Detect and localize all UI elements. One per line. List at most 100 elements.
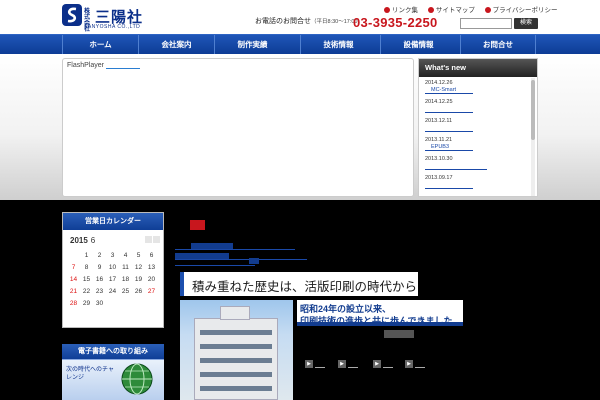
news-date: 2013.12.11 — [425, 118, 453, 124]
whats-new-title: What's new — [419, 59, 537, 77]
building-window-row — [200, 330, 272, 335]
news-link[interactable] — [425, 106, 473, 113]
calendar-day — [119, 298, 132, 310]
calendar-day: 1 — [84, 252, 89, 259]
arrow-right-icon: ▶ — [405, 360, 413, 368]
link-highlight — [191, 243, 233, 249]
bullet-icon — [384, 7, 390, 14]
header: 株式会社 三陽社 SANYOSHA CO.,LTD リンク集 サイトマップ プラ… — [0, 0, 600, 33]
link-label: リンク集 — [392, 7, 418, 14]
calendar-day: 12 — [134, 264, 143, 271]
signature-mark — [384, 330, 414, 338]
nav-item-contact[interactable]: お問合せ — [460, 35, 536, 55]
news-link[interactable]: EPUB3 — [425, 144, 473, 151]
news-link[interactable] — [425, 125, 473, 132]
link-highlight — [249, 258, 259, 264]
calendar-day: 4 — [123, 252, 128, 259]
link-sitemap[interactable]: サイトマップ — [427, 7, 475, 14]
calendar-week: 14 15 16 17 18 19 20 — [67, 274, 159, 286]
link-underline — [415, 367, 425, 368]
flash-area[interactable]: FlashPlayer — [62, 58, 414, 197]
calendar-day: 28 — [69, 300, 78, 307]
calendar-day: 19 — [134, 276, 143, 283]
main-link[interactable] — [175, 242, 295, 250]
flash-label[interactable]: FlashPlayer — [67, 62, 140, 69]
calendar-month-num: 6 — [90, 236, 96, 245]
ebook-banner[interactable]: 電子書籍への取り組み 次の時代へのチャレンジ — [62, 344, 164, 400]
news-date: 2014.12.26 — [425, 80, 453, 86]
bullet-icon — [427, 7, 434, 14]
building-window-row — [200, 344, 272, 349]
calendar-prev-button[interactable] — [145, 236, 152, 243]
calendar-day: 20 — [147, 276, 156, 283]
calendar-day — [67, 250, 80, 262]
company-logo[interactable]: 株式会社 三陽社 SANYOSHA CO.,LTD — [62, 4, 150, 33]
company-romaji: SANYOSHA CO.,LTD — [84, 24, 141, 30]
flash-link-underline — [105, 68, 140, 69]
nav-item-home[interactable]: ホーム — [62, 35, 138, 55]
calendar-day: 3 — [110, 252, 115, 259]
calendar-week: 21 22 23 24 25 26 27 — [67, 286, 159, 298]
calendar-day: 8 — [84, 264, 89, 271]
calendar-day: 5 — [136, 252, 141, 259]
arrow-link[interactable]: ▶ — [338, 360, 360, 368]
calendar-day: 30 — [95, 300, 104, 307]
link-underline — [315, 367, 325, 368]
business-calendar: 営業日カレンダー 2015 6 1 2 3 4 5 6 7 8 9 10 11 1… — [62, 212, 164, 328]
news-date: 2013.11.21 — [425, 137, 453, 143]
nav-item-tech[interactable]: 技術情報 — [300, 35, 376, 55]
news-item[interactable]: 2013.12.11 — [425, 117, 529, 136]
news-link[interactable] — [425, 163, 487, 170]
building-top — [220, 306, 250, 320]
ebook-title: 電子書籍への取り組み — [62, 344, 164, 360]
link-privacy[interactable]: プライバシーポリシー — [484, 7, 558, 14]
news-badge — [190, 220, 205, 230]
ebook-body: 次の時代へのチャレンジ — [62, 360, 164, 400]
news-date: 2013.09.17 — [425, 175, 453, 181]
tagline-underline — [297, 322, 463, 326]
whats-new-scrollbar[interactable] — [531, 78, 535, 196]
arrow-link[interactable]: ▶ — [305, 360, 327, 368]
main-link[interactable] — [175, 258, 259, 266]
calendar-week: 7 8 9 10 11 12 13 — [67, 262, 159, 274]
nav-item-company[interactable]: 会社案内 — [138, 35, 214, 55]
calendar-next-button[interactable] — [153, 236, 160, 243]
arrow-right-icon: ▶ — [305, 360, 313, 368]
bullet-icon — [484, 7, 491, 14]
news-date: 2013.10.30 — [425, 156, 453, 162]
calendar-day: 26 — [134, 288, 143, 295]
contact-label: お電話のお問合せ（平日8:30〜17:00） — [255, 16, 363, 26]
nav-item-equipment[interactable]: 設備情報 — [380, 35, 456, 55]
search-input[interactable] — [460, 18, 512, 29]
news-link[interactable] — [425, 182, 473, 189]
search-button[interactable]: 検索 — [514, 18, 538, 29]
arrow-link[interactable]: ▶ — [373, 360, 395, 368]
news-item[interactable]: 2013.09.17 — [425, 174, 529, 193]
calendar-day — [106, 298, 119, 310]
calendar-day: 23 — [95, 288, 104, 295]
arrow-link[interactable]: ▶ — [405, 360, 427, 368]
news-item[interactable]: 2014.12.25 — [425, 98, 529, 117]
flash-label-text: FlashPlayer — [67, 62, 104, 69]
building-photo — [180, 300, 293, 400]
scrollbar-thumb[interactable] — [531, 80, 535, 140]
history-heading: 積み重ねた歴史は、活版印刷の時代から — [180, 272, 418, 296]
calendar-day: 17 — [108, 276, 117, 283]
calendar-year: 2015 — [70, 236, 88, 245]
news-item[interactable]: 2014.12.26 MC-Smart — [425, 79, 529, 98]
news-item[interactable]: 2013.10.30 — [425, 155, 529, 174]
news-link[interactable]: MC-Smart — [425, 87, 473, 94]
calendar-day: 10 — [108, 264, 117, 271]
top-links: リンク集 サイトマップ プライバシーポリシー — [384, 4, 566, 14]
main-nav: ホーム 会社案内 制作実績 技術情報 設備情報 お問合せ — [0, 34, 600, 55]
news-item[interactable]: 2013.11.21 EPUB3 — [425, 136, 529, 155]
contact-text: お電話のお問合せ — [255, 18, 311, 25]
link-links[interactable]: リンク集 — [384, 7, 418, 14]
calendar-day — [132, 298, 145, 310]
nav-item-works[interactable]: 制作実績 — [214, 35, 290, 55]
link-underline — [383, 367, 393, 368]
news-date: 2014.12.25 — [425, 99, 453, 105]
calendar-day: 29 — [82, 300, 91, 307]
calendar-day: 9 — [97, 264, 102, 271]
calendar-day: 13 — [147, 264, 156, 271]
